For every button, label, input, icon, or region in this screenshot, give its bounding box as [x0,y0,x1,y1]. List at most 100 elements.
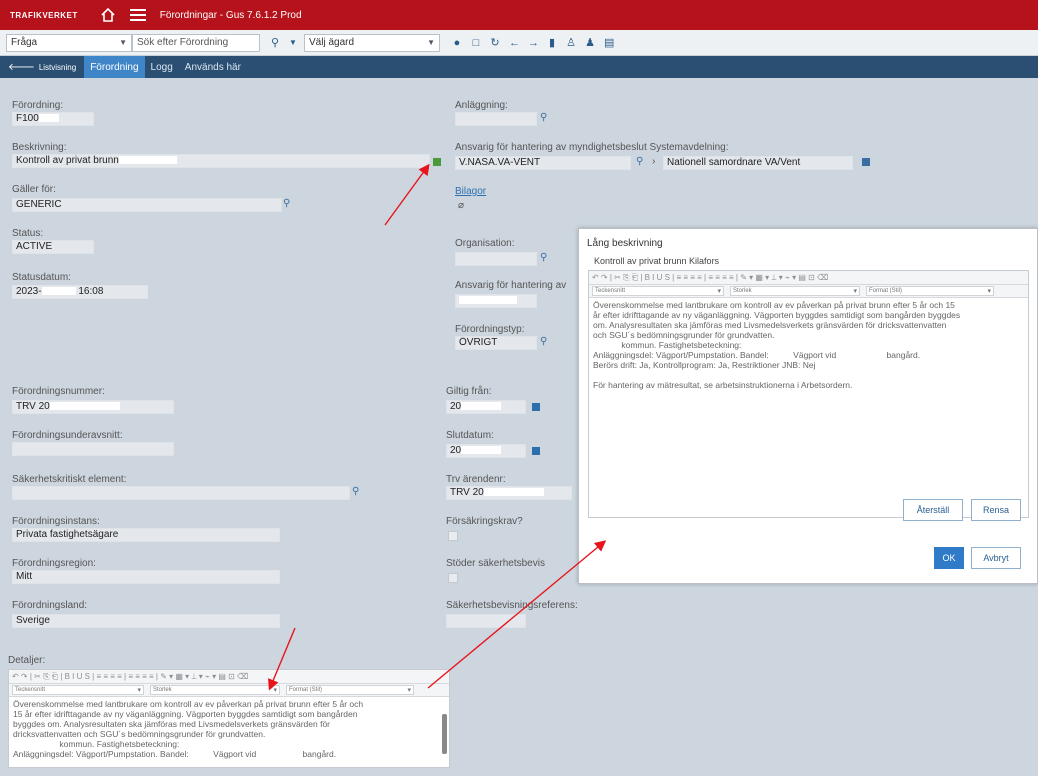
ansvar-field[interactable]: V.NASA.VA-VENT [455,156,631,170]
report-icon[interactable]: ▤ [604,37,614,48]
instans-label: Förordningsinstans: [12,516,100,527]
redaction [459,296,517,305]
chevron-down-icon[interactable]: ▼ [288,38,298,48]
back-to-list-button[interactable]: 🡐 Listvisning [0,56,84,78]
statusdatum-field[interactable]: 2023- 16:08 [12,285,148,299]
organisation-field[interactable] [455,252,537,266]
menu-icon[interactable] [129,6,146,24]
sakerhet-field[interactable] [12,486,350,500]
refresh-icon[interactable]: ↻ [490,37,500,48]
region-field[interactable]: Mitt [12,570,280,584]
galler-for-value: GENERIC [16,199,62,210]
text-line: byggdes om. Analysresultaten ska jämföra… [13,719,331,729]
editor-toolbar[interactable]: ↶ ↷ | ✂ ⎘ ⎗ | B I U S | ≡ ≡ ≡ ≡ | ≡ ≡ ≡ … [589,271,1028,285]
arrow-left-icon[interactable]: ← [509,37,520,48]
restore-button[interactable]: Återställ [903,499,963,521]
editor-toolbar[interactable]: ↶ ↷ | ✂ ⎘ ⎗ | B I U S | ≡ ≡ ≡ ≡ | ≡ ≡ ≡ … [9,670,449,684]
tab-logg[interactable]: Logg [145,56,179,78]
text-line: år efter idrifttagande av ny väganläggni… [593,310,961,320]
text-span: Vägport vid [793,350,837,360]
search-icon[interactable]: ⚲ [352,486,359,497]
scrollbar-thumb[interactable] [442,714,447,754]
redaction [836,351,885,360]
ansvar2-field[interactable] [455,294,537,308]
style-select[interactable]: Format (Stil) [866,286,994,296]
style-select[interactable]: Format (Stil) [286,685,414,695]
status-field[interactable]: ACTIVE [12,240,94,254]
editor-format-bar: Teckensnitt Storlek Format (Stil) [589,285,1028,298]
slut-field[interactable]: 20 [446,444,526,458]
search-icon[interactable]: ⚲ [540,112,547,123]
cancel-button[interactable]: Avbryt [971,547,1021,569]
ok-button[interactable]: OK [934,547,964,569]
search-icon[interactable]: ⚲ [540,252,547,263]
text-span: bangård. [886,350,921,360]
search-icon[interactable]: ⚲ [270,37,280,48]
home-icon[interactable] [100,8,116,22]
calendar-icon[interactable] [532,403,540,411]
calendar-icon[interactable] [532,447,540,455]
new-icon[interactable]: □ [471,37,481,48]
nummer-value: TRV 20 [16,401,50,412]
redaction [741,341,792,350]
clear-button[interactable]: Rensa [971,499,1021,521]
region-label: Förordningsregion: [12,558,96,569]
galler-for-field[interactable]: GENERIC [12,198,282,212]
font-select[interactable]: Teckensnitt [592,286,724,296]
tab-forordning[interactable]: Förordning [84,56,145,78]
typ-field[interactable]: ÖVRIGT [455,336,537,350]
chevron-down-icon: ▼ [427,37,435,47]
details-editor[interactable]: ↶ ↷ | ✂ ⎘ ⎗ | B I U S | ≡ ≡ ≡ ≡ | ≡ ≡ ≡ … [8,669,450,768]
forsakring-checkbox[interactable] [448,531,458,541]
instans-field[interactable]: Privata fastighetsägare [12,528,280,542]
arrow-left-icon: 🡐 [8,62,35,73]
forordning-field[interactable]: F100 [12,112,94,126]
beskrivning-field[interactable]: Kontroll av privat brunn [12,154,430,168]
query-select[interactable]: Fråga ▼ [6,33,132,52]
giltig-field[interactable]: 20 [446,400,526,414]
tab-anvands-har[interactable]: Används här [179,56,247,78]
users-icon[interactable]: ♟ [585,37,595,48]
dialog-editor[interactable]: ↶ ↷ | ✂ ⎘ ⎗ | B I U S | ≡ ≡ ≡ ≡ | ≡ ≡ ≡ … [588,270,1029,518]
query-select-value: Fråga [11,37,38,48]
statusdatum-suffix: 16:08 [78,286,104,297]
save-icon[interactable]: ● [452,37,462,48]
redaction [41,287,76,296]
sakref-field[interactable] [446,614,526,628]
redaction [13,740,57,749]
land-label: Förordningsland: [12,600,88,611]
size-select[interactable]: Storlek [150,685,280,695]
text-span: bangård. [302,749,337,759]
arende-field[interactable]: TRV 20 [446,486,572,500]
nummer-field[interactable]: TRV 20 [12,400,174,414]
bilagor-link[interactable]: Bilagor [455,186,486,197]
dialog-text[interactable]: Överenskommelse med lantbrukare om kontr… [589,298,1028,392]
long-description-icon[interactable] [433,158,441,166]
user-icon[interactable]: ♙ [566,37,576,48]
instans-value: Privata fastighetsägare [16,529,119,540]
site-select[interactable]: Välj ägard ▼ [304,33,440,52]
font-select[interactable]: Teckensnitt [12,685,144,695]
text-line: om. Analysresultaten ska jämföras med Li… [593,320,947,330]
details-text[interactable]: Överenskommelse med lantbrukare om kontr… [9,697,449,761]
search-icon[interactable]: ⚲ [636,156,643,167]
size-select[interactable]: Storlek [730,286,860,296]
paperclip-icon[interactable]: ⌀ [458,200,464,211]
arrow-right-icon[interactable]: → [528,37,539,48]
text-span: Anläggningsdel: Vägport/Pumpstation. Ban… [13,749,189,759]
search-icon[interactable]: ⚲ [540,336,547,347]
underavsnitt-field[interactable] [12,442,174,456]
redaction [768,351,791,360]
site-select-value: Välj ägard [309,37,355,48]
land-field[interactable]: Sverige [12,614,280,628]
search-input[interactable]: Sök efter Förordning [132,33,260,52]
search-icon[interactable]: ⚲ [283,198,290,209]
stoder-checkbox[interactable] [448,573,458,583]
region-value: Mitt [16,571,33,582]
details-icon[interactable] [862,158,870,166]
anlaggning-field[interactable] [455,112,537,126]
long-description-dialog: Lång beskrivning Kontroll av privat brun… [578,228,1038,584]
delete-icon[interactable]: ▮ [547,37,557,48]
redaction [483,488,544,497]
main-toolbar: Fråga ▼ Sök efter Förordning ⚲ ▼ Välj äga… [0,30,1038,56]
